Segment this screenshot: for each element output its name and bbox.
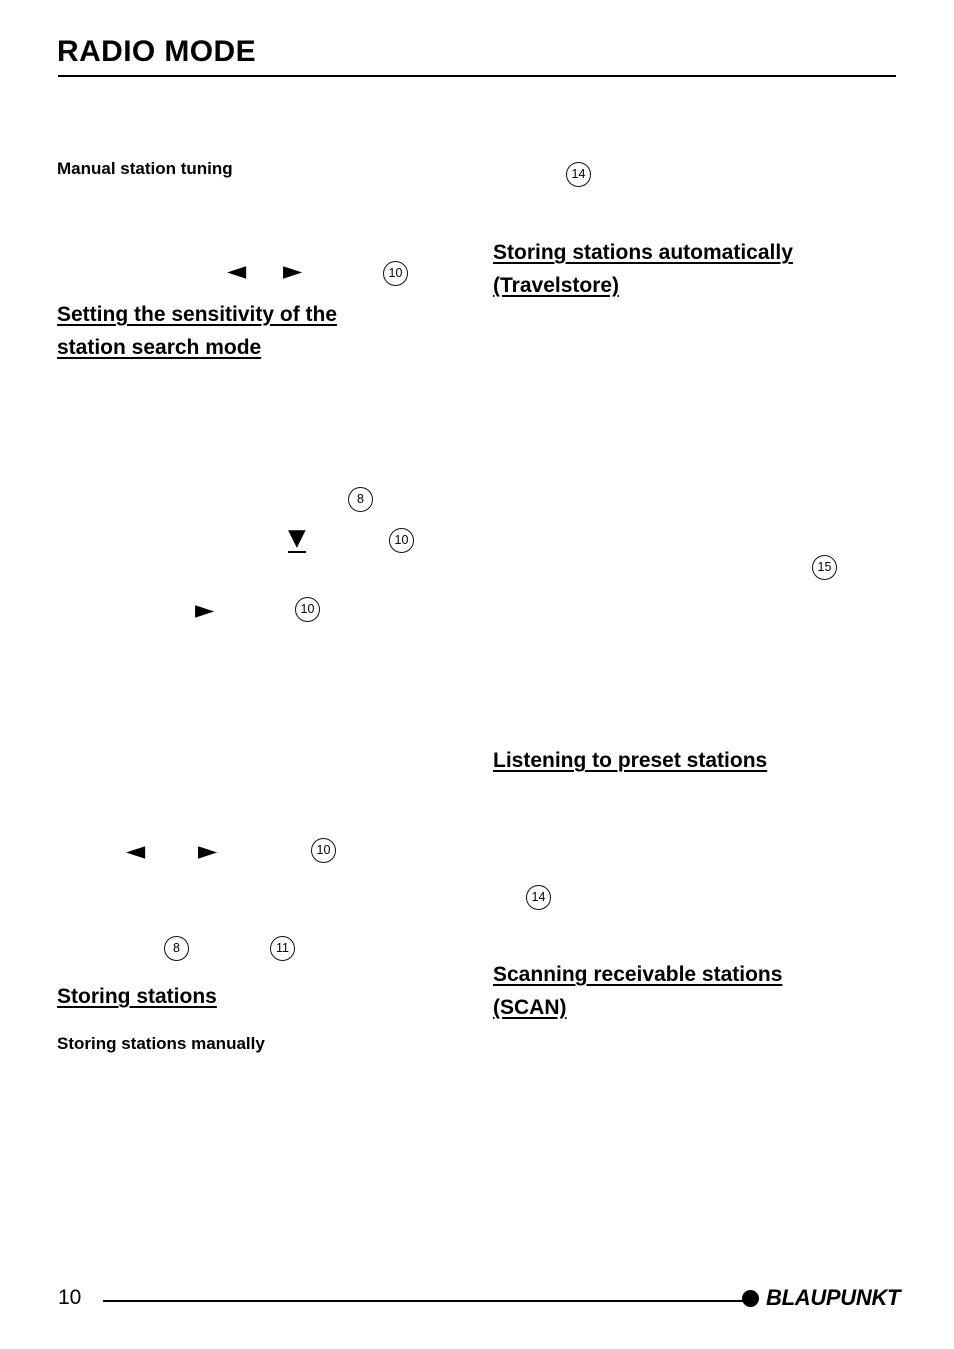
subheading-storing-stations-manually: Storing stations manually [57,1034,265,1053]
heading-listening-to-preset-stations: Listening to preset stations [493,749,768,772]
left-chevron-icon: ◄ [227,256,247,285]
callout-8: 8 [348,487,373,512]
down-chevron-icon: ▼ [288,525,306,553]
brand-dot-icon [742,1289,759,1307]
manual-page: RADIO MODE Manual station tuning ◄ ► 10 … [0,0,954,1349]
heading-setting-sensitivity: Setting the sensitivity of the station s… [57,303,338,359]
right-chevron-icon: ► [283,256,303,285]
left-chevron-icon: ◄ [126,836,146,865]
callout-14: 14 [566,162,591,187]
page-title: RADIO MODE [57,35,256,68]
callout-10: 10 [311,838,336,863]
right-chevron-icon: ► [195,595,215,624]
footer-divider [103,1300,743,1302]
callout-10: 10 [389,528,414,553]
header-divider [58,75,896,77]
callout-8: 8 [164,936,189,961]
brand-logo: BLAUPUNKT [742,1285,900,1311]
callout-14: 14 [526,885,551,910]
subheading-manual-station-tuning: Manual station tuning [57,159,233,178]
heading-storing-stations-automatically-travelstore: Storing stations automatically (Travelst… [493,241,793,297]
right-chevron-icon: ► [198,836,218,865]
page-number: 10 [58,1286,82,1309]
callout-15: 15 [812,555,837,580]
callout-10: 10 [383,261,408,286]
heading-storing-stations: Storing stations [57,985,217,1008]
callout-10: 10 [295,597,320,622]
callout-11: 11 [270,936,295,961]
heading-scanning-receivable-stations-scan: Scanning receivable stations (SCAN) [493,963,783,1019]
brand-name: BLAUPUNKT [766,1285,901,1310]
